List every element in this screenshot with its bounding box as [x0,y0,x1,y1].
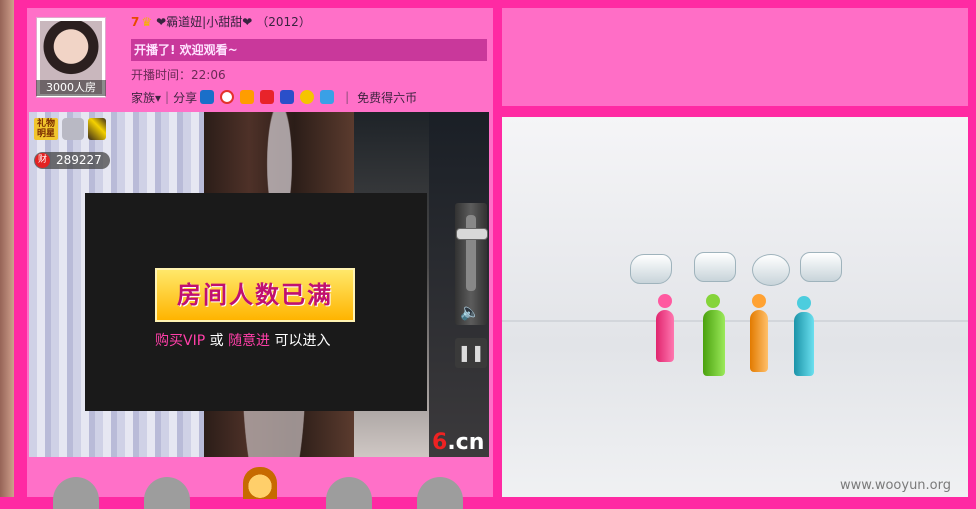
chat-bubble-icon [752,254,790,286]
qzone-icon[interactable] [300,90,315,104]
site-logo: 6.cn [432,430,485,455]
person-icon [750,310,768,372]
family-menu[interactable]: 家族▾ [131,89,161,106]
mascot-avatar[interactable] [243,467,277,499]
chevron-down-icon: ▾ [155,90,162,105]
background-strip [0,0,14,497]
crown-icon: ♛ [141,15,153,29]
person-icon [703,310,725,376]
chat-placeholder-panel [502,117,968,497]
pause-icon: ❚❚ [457,343,485,362]
free-coins-link[interactable]: 免费得六币 [357,89,417,106]
chat-bubble-icon [694,252,736,282]
person-icon [656,310,674,362]
random-enter-link[interactable]: 随意进 [228,333,270,349]
speaker-icon[interactable]: 🔈 [460,302,480,321]
person-head-icon [752,294,766,308]
wealth-value: 289227 [56,153,102,167]
gift-star-badge[interactable]: 礼物明星 [34,118,58,140]
divider: | [165,90,170,104]
qq-icon[interactable] [320,90,335,104]
chat-bubble-icon [800,252,842,282]
announcement-bar: 开播了! 欢迎观看~ [131,39,487,61]
right-top-panel [502,8,968,106]
can-enter-label: 可以进入 [274,333,331,349]
pause-button[interactable]: ❚❚ [455,338,487,368]
host-level: 7 [131,15,140,29]
baidu-icon[interactable] [280,90,295,104]
room-full-title: 房间人数已满 [155,268,355,322]
volume-handle[interactable] [456,228,488,240]
person-icon [794,312,814,376]
buy-vip-link[interactable]: 购买VIP [155,333,205,349]
tencent-icon[interactable] [260,90,275,104]
share-label: 分享 [173,90,198,105]
wealth-icon: 财 [35,153,50,168]
volume-track [466,215,476,291]
room-capacity-label: 3000人房 [36,80,106,96]
weibo-icon[interactable] [220,90,235,104]
person-head-icon [706,294,720,308]
or-label: 或 [209,333,224,349]
start-time: 开播时间：22:06 [131,68,226,82]
room-full-tip: 购买VIP 或 随意进 可以进入 [155,330,355,350]
renren-icon[interactable] [200,90,215,104]
gift-badges: 礼物明星 [34,118,106,140]
divider: | [345,90,350,104]
drink-icon[interactable] [88,118,106,140]
host-line: 7 ♛ ❤霸道妞|小甜甜❤ （2012） [131,13,311,29]
car-icon[interactable] [62,118,84,140]
host-name[interactable]: ❤霸道妞|小甜甜❤ [156,15,252,29]
watermark: www.wooyun.org [840,478,952,493]
host-year: （2012） [256,15,311,29]
person-head-icon [658,294,672,308]
star-icon[interactable] [240,90,255,104]
chat-bubble-icon [630,254,672,284]
floor-line [502,320,968,322]
person-head-icon [797,296,811,310]
toolbar: 家族▾ | 分享 | 免费得六币 [131,88,417,106]
